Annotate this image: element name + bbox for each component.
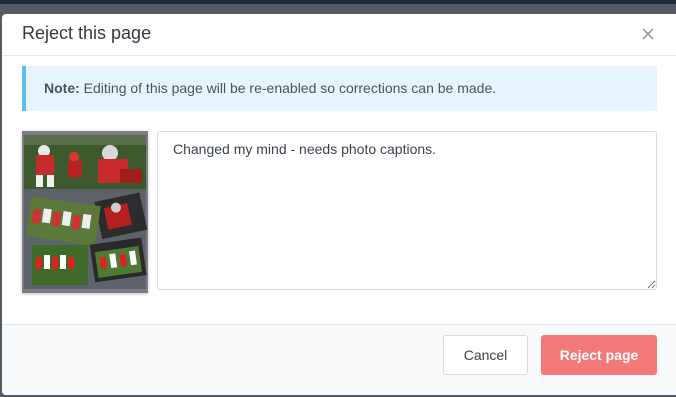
dialog-title: Reject this page	[22, 23, 152, 43]
page-thumbnail	[22, 131, 148, 293]
dialog-footer: Cancel Reject page	[2, 324, 676, 395]
close-icon[interactable]	[638, 24, 658, 44]
cancel-button[interactable]: Cancel	[443, 335, 528, 375]
reject-page-button[interactable]: Reject page	[541, 335, 657, 375]
note-label: Note:	[44, 80, 80, 96]
note-text: Editing of this page will be re-enabled …	[79, 80, 497, 96]
reject-page-dialog: Reject this page Note: Editing of this p…	[2, 14, 676, 395]
note-alert: Note: Editing of this page will be re-en…	[22, 66, 657, 111]
rejection-comment-textarea[interactable]: Changed my mind - needs photo captions.	[157, 131, 657, 290]
dialog-header: Reject this page	[2, 14, 676, 56]
